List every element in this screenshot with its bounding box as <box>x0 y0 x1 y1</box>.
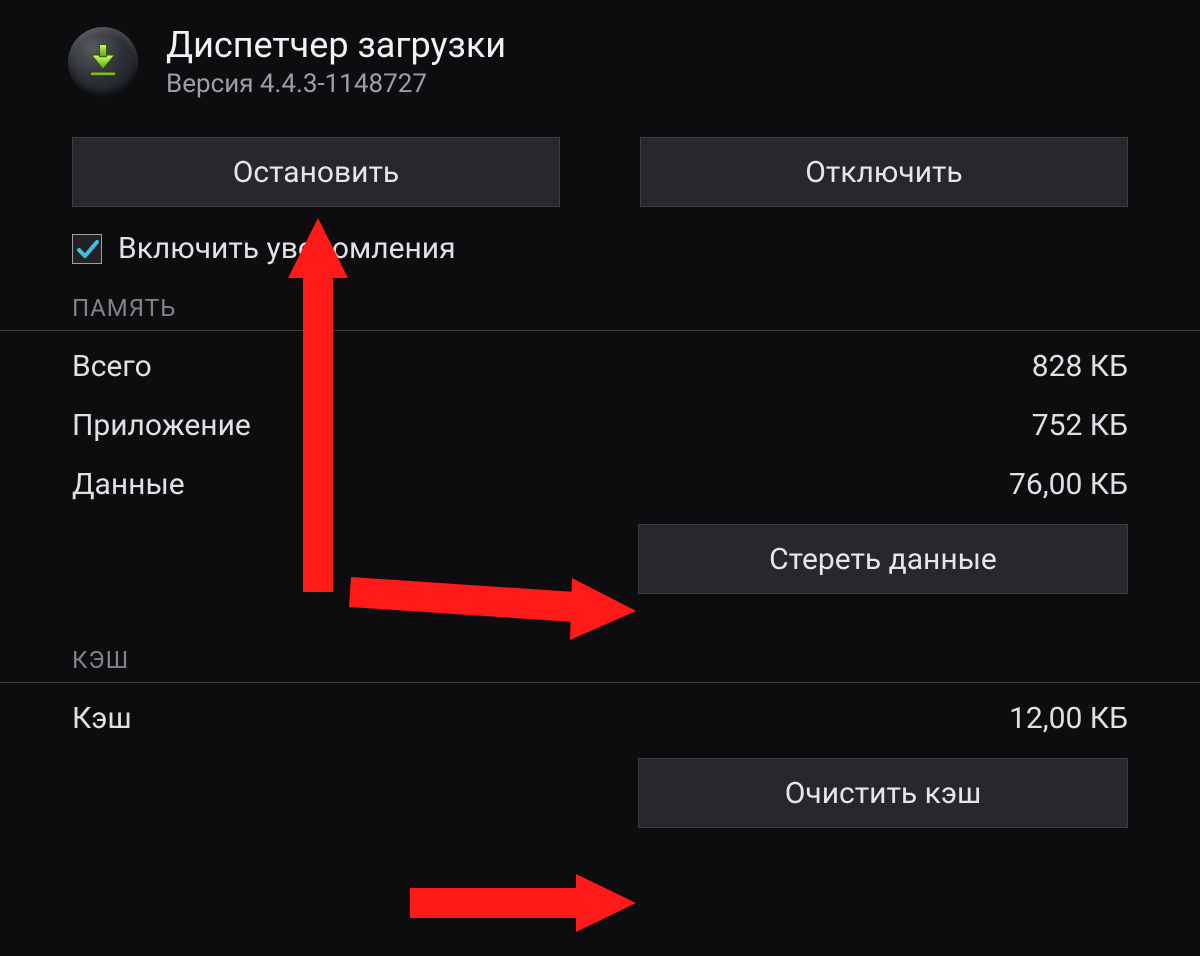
disable-button[interactable]: Отключить <box>640 137 1128 207</box>
app-header: Диспетчер загрузки Версия 4.4.3-1148727 <box>0 0 1200 119</box>
value: 828 КБ <box>1032 349 1128 384</box>
label: Данные <box>72 467 185 502</box>
storage-row-data: Данные 76,00 КБ <box>0 455 1200 514</box>
cache-row: Кэш 12,00 КБ <box>0 689 1200 748</box>
primary-button-row: Остановить Отключить <box>0 137 1200 207</box>
value: 12,00 КБ <box>1009 701 1128 736</box>
notifications-label: Включить уведомления <box>118 231 456 266</box>
notifications-checkbox[interactable] <box>72 234 102 264</box>
clear-data-button[interactable]: Стереть данные <box>638 524 1128 594</box>
value: 752 КБ <box>1032 408 1128 443</box>
label: Кэш <box>72 701 132 736</box>
arrow-to-clear-cache <box>410 874 636 932</box>
clear-cache-button[interactable]: Очистить кэш <box>638 758 1128 828</box>
label: Всего <box>72 349 152 384</box>
app-version: Версия 4.4.3-1148727 <box>166 69 506 99</box>
storage-row-total: Всего 828 КБ <box>0 337 1200 396</box>
label: Приложение <box>72 408 251 443</box>
value: 76,00 КБ <box>1009 467 1128 502</box>
storage-section-title: ПАМЯТЬ <box>0 292 1200 331</box>
stop-button[interactable]: Остановить <box>72 137 560 207</box>
notifications-row[interactable]: Включить уведомления <box>0 207 1200 292</box>
download-icon <box>68 27 138 97</box>
cache-section-title: КЭШ <box>0 644 1200 683</box>
storage-row-app: Приложение 752 КБ <box>0 396 1200 455</box>
app-title: Диспетчер загрузки <box>166 24 506 67</box>
